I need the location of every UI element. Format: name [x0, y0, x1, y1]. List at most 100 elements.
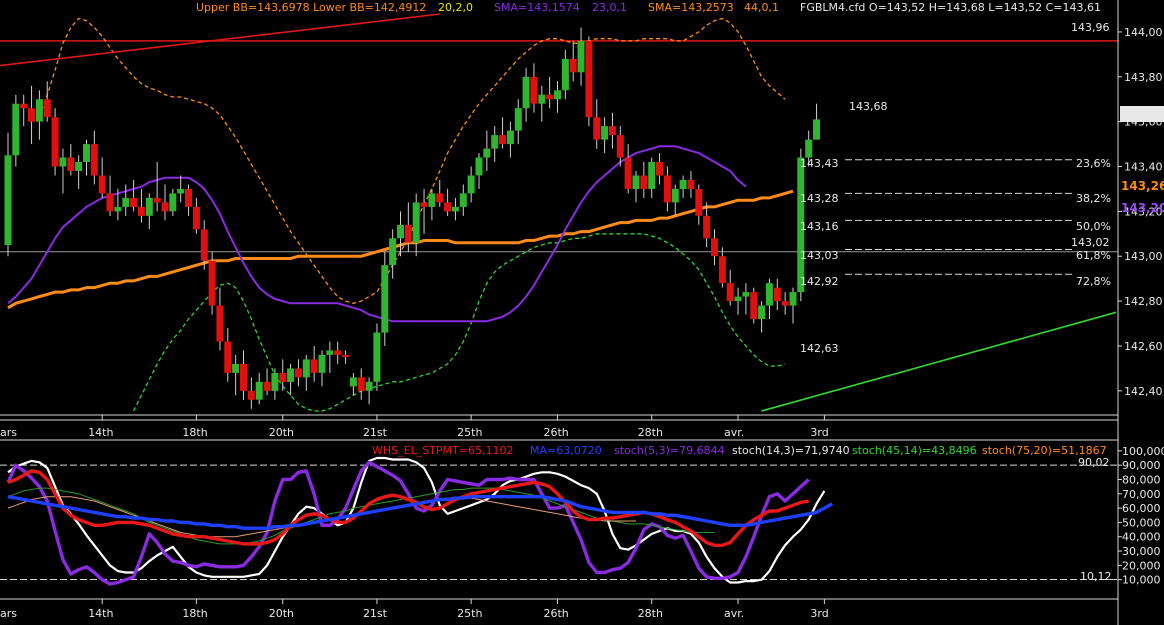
resistance-trendline: [0, 13, 440, 67]
candle-down: [656, 162, 663, 176]
candle-up: [679, 180, 687, 189]
candle-up: [397, 224, 404, 239]
time-label: 26th: [544, 426, 569, 439]
candle-up: [522, 76, 530, 109]
fib-pct-1: 23,6%: [1076, 157, 1111, 170]
candle-down: [153, 197, 161, 203]
candle-down: [781, 301, 789, 306]
candle-up: [467, 175, 475, 194]
time-label: 25th: [457, 426, 482, 439]
stoch5-legend: stoch(5,3)=79,6844: [614, 444, 725, 457]
candle-down: [608, 126, 616, 136]
candle-up: [483, 148, 491, 158]
price-tick-label: 142,80: [1124, 295, 1163, 308]
oscillator-tick-label: 10,000: [1122, 574, 1161, 587]
candle-up: [459, 193, 467, 207]
candle-down: [420, 202, 428, 207]
candle-down: [585, 40, 593, 118]
support-trendline: [761, 311, 1117, 412]
time-label: ars: [0, 426, 17, 439]
candle-down: [640, 175, 648, 189]
time-label-lower: 25th: [457, 607, 482, 620]
time-label-lower: 18th: [182, 607, 207, 620]
candle-up: [538, 94, 546, 104]
ohlc-legend: FGBLM4.cfd O=143,52 H=143,68 L=143,52 C=…: [800, 1, 1101, 14]
candle-down: [687, 180, 695, 189]
candle-up: [758, 305, 766, 320]
price-tick-label: 143,80: [1124, 71, 1163, 84]
trading-chart: 144,00 143,80 143,60 143,40 143,20 143,00 142,…: [0, 0, 1164, 625]
candle-down: [342, 354, 350, 358]
candle-up: [742, 292, 750, 297]
candle-up: [318, 354, 326, 373]
candle-up: [145, 197, 153, 216]
time-label-lower: 28th: [638, 607, 663, 620]
candle-up: [381, 265, 389, 333]
fib-price-3: 143,16: [800, 220, 839, 233]
candle-down: [703, 215, 711, 239]
stoch45-legend: stoch(45,14)=43,8496: [852, 444, 977, 457]
candle-down: [106, 193, 114, 212]
price-tick-label: 142,60: [1124, 340, 1163, 353]
candle-up: [671, 188, 679, 203]
oscillator-tick-label: 60,000: [1122, 502, 1161, 515]
sma23-line: [7, 145, 747, 323]
candle-up: [514, 108, 522, 131]
candle-down: [263, 381, 271, 391]
time-label-lower: 21st: [363, 607, 388, 620]
time-label-lower: 14th: [88, 607, 113, 620]
candle-down: [750, 292, 758, 319]
oscillator-tick-label: 90,000: [1122, 459, 1161, 472]
fib-pct-4: 61,8%: [1076, 249, 1111, 262]
candle-down: [499, 135, 506, 145]
candle-up: [255, 381, 263, 400]
candle-down: [695, 188, 703, 216]
candle-down: [208, 260, 216, 306]
fib-price-1: 143,43: [800, 157, 839, 170]
candle-down: [130, 197, 138, 207]
candle-up: [813, 119, 820, 140]
candle-up: [561, 58, 569, 91]
fib-high-label: 143,68: [849, 100, 888, 113]
whs-legend: WHS_EL_STPMT=65,1102: [372, 444, 513, 457]
fib-pct-5: 72,8%: [1076, 275, 1111, 288]
candle-down: [67, 157, 75, 171]
candle-down: [310, 359, 318, 373]
bb-legend: Upper BB=143,6978 Lower BB=142,4912: [196, 1, 426, 14]
candle-up: [326, 350, 334, 355]
oscillator-tick-label: 70,000: [1122, 488, 1161, 501]
candle-up: [475, 157, 483, 176]
price-tick-label: 144,00: [1124, 26, 1163, 39]
candle-down: [51, 117, 59, 167]
sma44-legend: SMA=143,2573: [648, 1, 734, 14]
fib-price-2: 143,28: [800, 192, 839, 205]
oscillator-tick-label: 80,000: [1122, 473, 1161, 486]
candle-up: [59, 157, 67, 167]
candle-up: [632, 175, 640, 189]
time-label-lower: avr.: [724, 607, 744, 620]
candle-up: [577, 40, 585, 73]
price-tick-label: 142,40: [1124, 385, 1163, 398]
fib-pct-2: 38,2%: [1076, 192, 1111, 205]
candle-down: [224, 341, 232, 373]
candle-up: [83, 144, 90, 162]
sma44-params: 44,0,1: [744, 1, 779, 14]
candle-up: [648, 162, 656, 189]
candle-down: [294, 368, 302, 378]
candle-up: [302, 359, 310, 378]
time-label: 21st: [363, 426, 388, 439]
candle-down: [624, 157, 632, 189]
oscillator-tick-label: 50,000: [1122, 516, 1161, 529]
candle-up: [805, 139, 813, 158]
candle-down: [711, 238, 718, 257]
candle-up: [4, 155, 12, 245]
candle-down: [185, 188, 192, 207]
stoch14-legend: stoch(14,3)=71,9740: [732, 444, 850, 457]
candle-up: [75, 162, 83, 171]
level-upper-label: 90,02: [1078, 456, 1110, 469]
fib-pct-3: 50,0%: [1076, 220, 1111, 233]
chart-canvas[interactable]: 144,00143,80143,60143,40143,20143,00142,…: [0, 0, 1164, 625]
gray-line-tag: 143,02: [1071, 236, 1110, 249]
time-label-lower: 26th: [544, 607, 569, 620]
time-label: 3rd: [810, 426, 828, 439]
